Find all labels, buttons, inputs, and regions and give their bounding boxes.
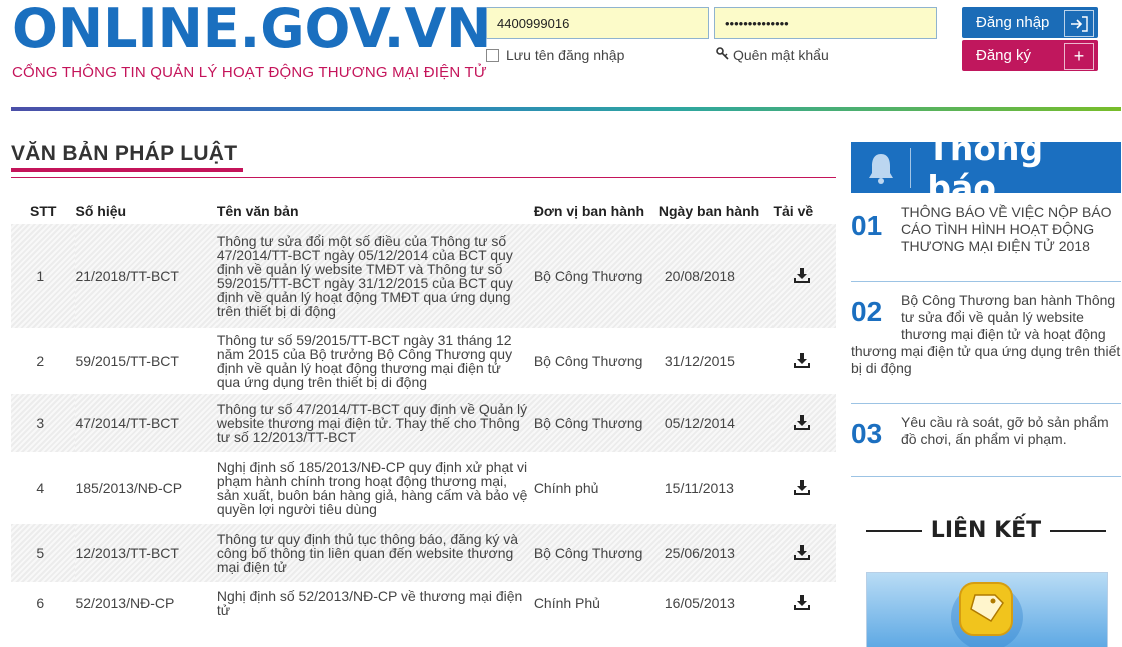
bell-icon xyxy=(851,147,912,188)
row-ngay: 16/05/2013 xyxy=(664,595,735,611)
row-stt: 2 xyxy=(36,353,45,369)
notice-item-1[interactable]: 01 THÔNG BÁO VỀ VIỆC NỘP BÁO CÁO TÌNH HÌ… xyxy=(851,198,1121,282)
row-download[interactable] xyxy=(773,328,836,394)
section-title: VĂN BẢN PHÁP LUẬT xyxy=(11,142,238,165)
notice-number: 02 xyxy=(851,296,883,327)
password-input[interactable] xyxy=(714,7,937,39)
row-ngay: 31/12/2015 xyxy=(664,353,735,369)
row-download[interactable] xyxy=(773,582,836,624)
link-banner[interactable] xyxy=(866,572,1108,647)
tag-badge-icon xyxy=(951,582,1023,647)
username-input[interactable] xyxy=(486,7,709,39)
row-download[interactable] xyxy=(773,452,836,524)
table-row: 1 21/2018/TT-BCT Thông tư sửa đổi một số đ… xyxy=(11,224,836,328)
row-ngay: 20/08/2018 xyxy=(658,224,774,328)
table-row: 6 52/2013/NĐ-CP Nghị định số 52/2013/NĐ-CP… xyxy=(11,582,836,624)
row-don-vi: Bộ Công Thương xyxy=(533,394,659,452)
row-download[interactable] xyxy=(773,394,836,452)
forgot-label: Quên mật khẩu xyxy=(733,47,829,63)
row-don-vi: Bộ Công Thương xyxy=(533,224,659,328)
row-ten-van-ban: Thông tư quy định thủ tục thông báo, đăn… xyxy=(216,524,534,582)
row-ten-van-ban: Thông tư số 47/2014/TT-BCT quy định về Q… xyxy=(216,394,534,452)
row-download[interactable] xyxy=(773,224,836,328)
row-ten-van-ban: Thông tư sửa đổi một số điều của Thông t… xyxy=(216,224,534,328)
col-don-vi: Đơn vị ban hành xyxy=(533,203,645,219)
table-row: 3 47/2014/TT-BCT Thông tư số 47/2014/TT-BC… xyxy=(11,394,836,452)
download-icon[interactable] xyxy=(793,352,810,368)
table-row: 4 185/2013/NĐ-CP Nghị định số 185/2013/NĐ-… xyxy=(11,452,836,524)
download-icon[interactable] xyxy=(793,544,810,560)
login-button[interactable]: Đăng nhập xyxy=(962,7,1098,38)
row-don-vi: Chính Phủ xyxy=(533,595,600,611)
table-row: 5 12/2013/TT-BCT Thông tư quy định thủ tục… xyxy=(11,524,836,582)
site-logo[interactable]: ONLINE.GOV.VN CỔNG THÔNG TIN QUẢN LÝ HOẠ… xyxy=(12,0,491,81)
notice-number: 03 xyxy=(851,418,883,449)
section-title-underline xyxy=(11,168,243,172)
links-heading-line-left xyxy=(866,529,922,532)
remember-login[interactable]: Lưu tên đăng nhập xyxy=(486,47,624,63)
row-so-hieu: 59/2015/TT-BCT xyxy=(75,353,179,369)
download-icon[interactable] xyxy=(793,414,810,430)
row-ngay: 05/12/2014 xyxy=(658,394,774,452)
header-divider xyxy=(11,107,1121,111)
links-heading-line-right xyxy=(1049,529,1106,532)
sign-in-icon xyxy=(1064,10,1094,37)
section-divider xyxy=(11,177,836,178)
row-ten-van-ban: Nghị định số 185/2013/NĐ-CP quy định xử … xyxy=(216,459,528,517)
remember-checkbox[interactable] xyxy=(486,48,499,62)
notice-item-3[interactable]: 03 Yêu cầu rà soát, gỡ bỏ sản phẩm đồ ch… xyxy=(851,404,1121,477)
register-button[interactable]: Đăng ký + xyxy=(962,40,1098,71)
download-icon[interactable] xyxy=(793,594,810,610)
row-so-hieu: 185/2013/NĐ-CP xyxy=(75,480,183,496)
col-ngay: Ngày ban hành xyxy=(658,203,760,219)
login-label: Đăng nhập xyxy=(976,14,1050,31)
col-stt: STT xyxy=(30,203,57,219)
row-download[interactable] xyxy=(773,524,836,582)
table-header-row: STT Số hiệu Tên văn bản Đơn vị ban hành … xyxy=(11,198,836,224)
register-label: Đăng ký xyxy=(976,47,1032,64)
table-row: 2 59/2015/TT-BCT Thông tư số 59/2015/TT-BC… xyxy=(11,328,836,394)
notice-item-2[interactable]: 02 Bộ Công Thương ban hành Thông tư sửa … xyxy=(851,282,1121,404)
legal-documents-table: STT Số hiệu Tên văn bản Đơn vị ban hành … xyxy=(11,198,836,624)
remember-label: Lưu tên đăng nhập xyxy=(506,47,625,63)
notice-header: Thông báo xyxy=(851,129,1121,207)
col-so-hieu: Số hiệu xyxy=(75,203,127,219)
notice-title: Thông báo xyxy=(927,128,1044,207)
links-heading: LIÊN KẾT xyxy=(866,518,1106,543)
row-so-hieu: 47/2014/TT-BCT xyxy=(75,394,217,452)
col-tai-ve: Tải về xyxy=(773,203,814,219)
row-so-hieu: 21/2018/TT-BCT xyxy=(75,224,217,328)
links-title: LIÊN KẾT xyxy=(930,518,1042,543)
row-don-vi: Bộ Công Thương xyxy=(533,353,643,369)
row-stt: 6 xyxy=(36,595,45,611)
logo-title: ONLINE.GOV.VN xyxy=(12,0,492,60)
row-don-vi: Bộ Công Thương xyxy=(533,524,659,582)
col-ten-van-ban: Tên văn bản xyxy=(216,203,299,219)
row-stt: 4 xyxy=(36,480,45,496)
row-don-vi: Chính phủ xyxy=(533,480,599,496)
row-so-hieu: 12/2013/TT-BCT xyxy=(75,524,217,582)
plus-icon: + xyxy=(1064,43,1094,70)
forgot-password-link[interactable]: Quên mật khẩu xyxy=(716,47,829,63)
notice-number: 01 xyxy=(851,210,883,241)
row-stt: 1 xyxy=(11,224,76,328)
row-stt: 5 xyxy=(11,524,76,582)
row-ngay: 25/06/2013 xyxy=(658,524,774,582)
row-ten-van-ban: Nghị định số 52/2013/NĐ-CP về thương mại… xyxy=(216,588,523,618)
download-icon[interactable] xyxy=(793,479,810,495)
logo-subtitle: CỔNG THÔNG TIN QUẢN LÝ HOẠT ĐỘNG THƯƠNG … xyxy=(12,64,487,81)
download-icon[interactable] xyxy=(793,267,810,283)
key-icon xyxy=(716,47,729,63)
row-ten-van-ban: Thông tư số 59/2015/TT-BCT ngày 31 tháng… xyxy=(216,332,513,390)
row-so-hieu: 52/2013/NĐ-CP xyxy=(75,595,175,611)
row-stt: 3 xyxy=(11,394,76,452)
row-ngay: 15/11/2013 xyxy=(664,480,734,496)
